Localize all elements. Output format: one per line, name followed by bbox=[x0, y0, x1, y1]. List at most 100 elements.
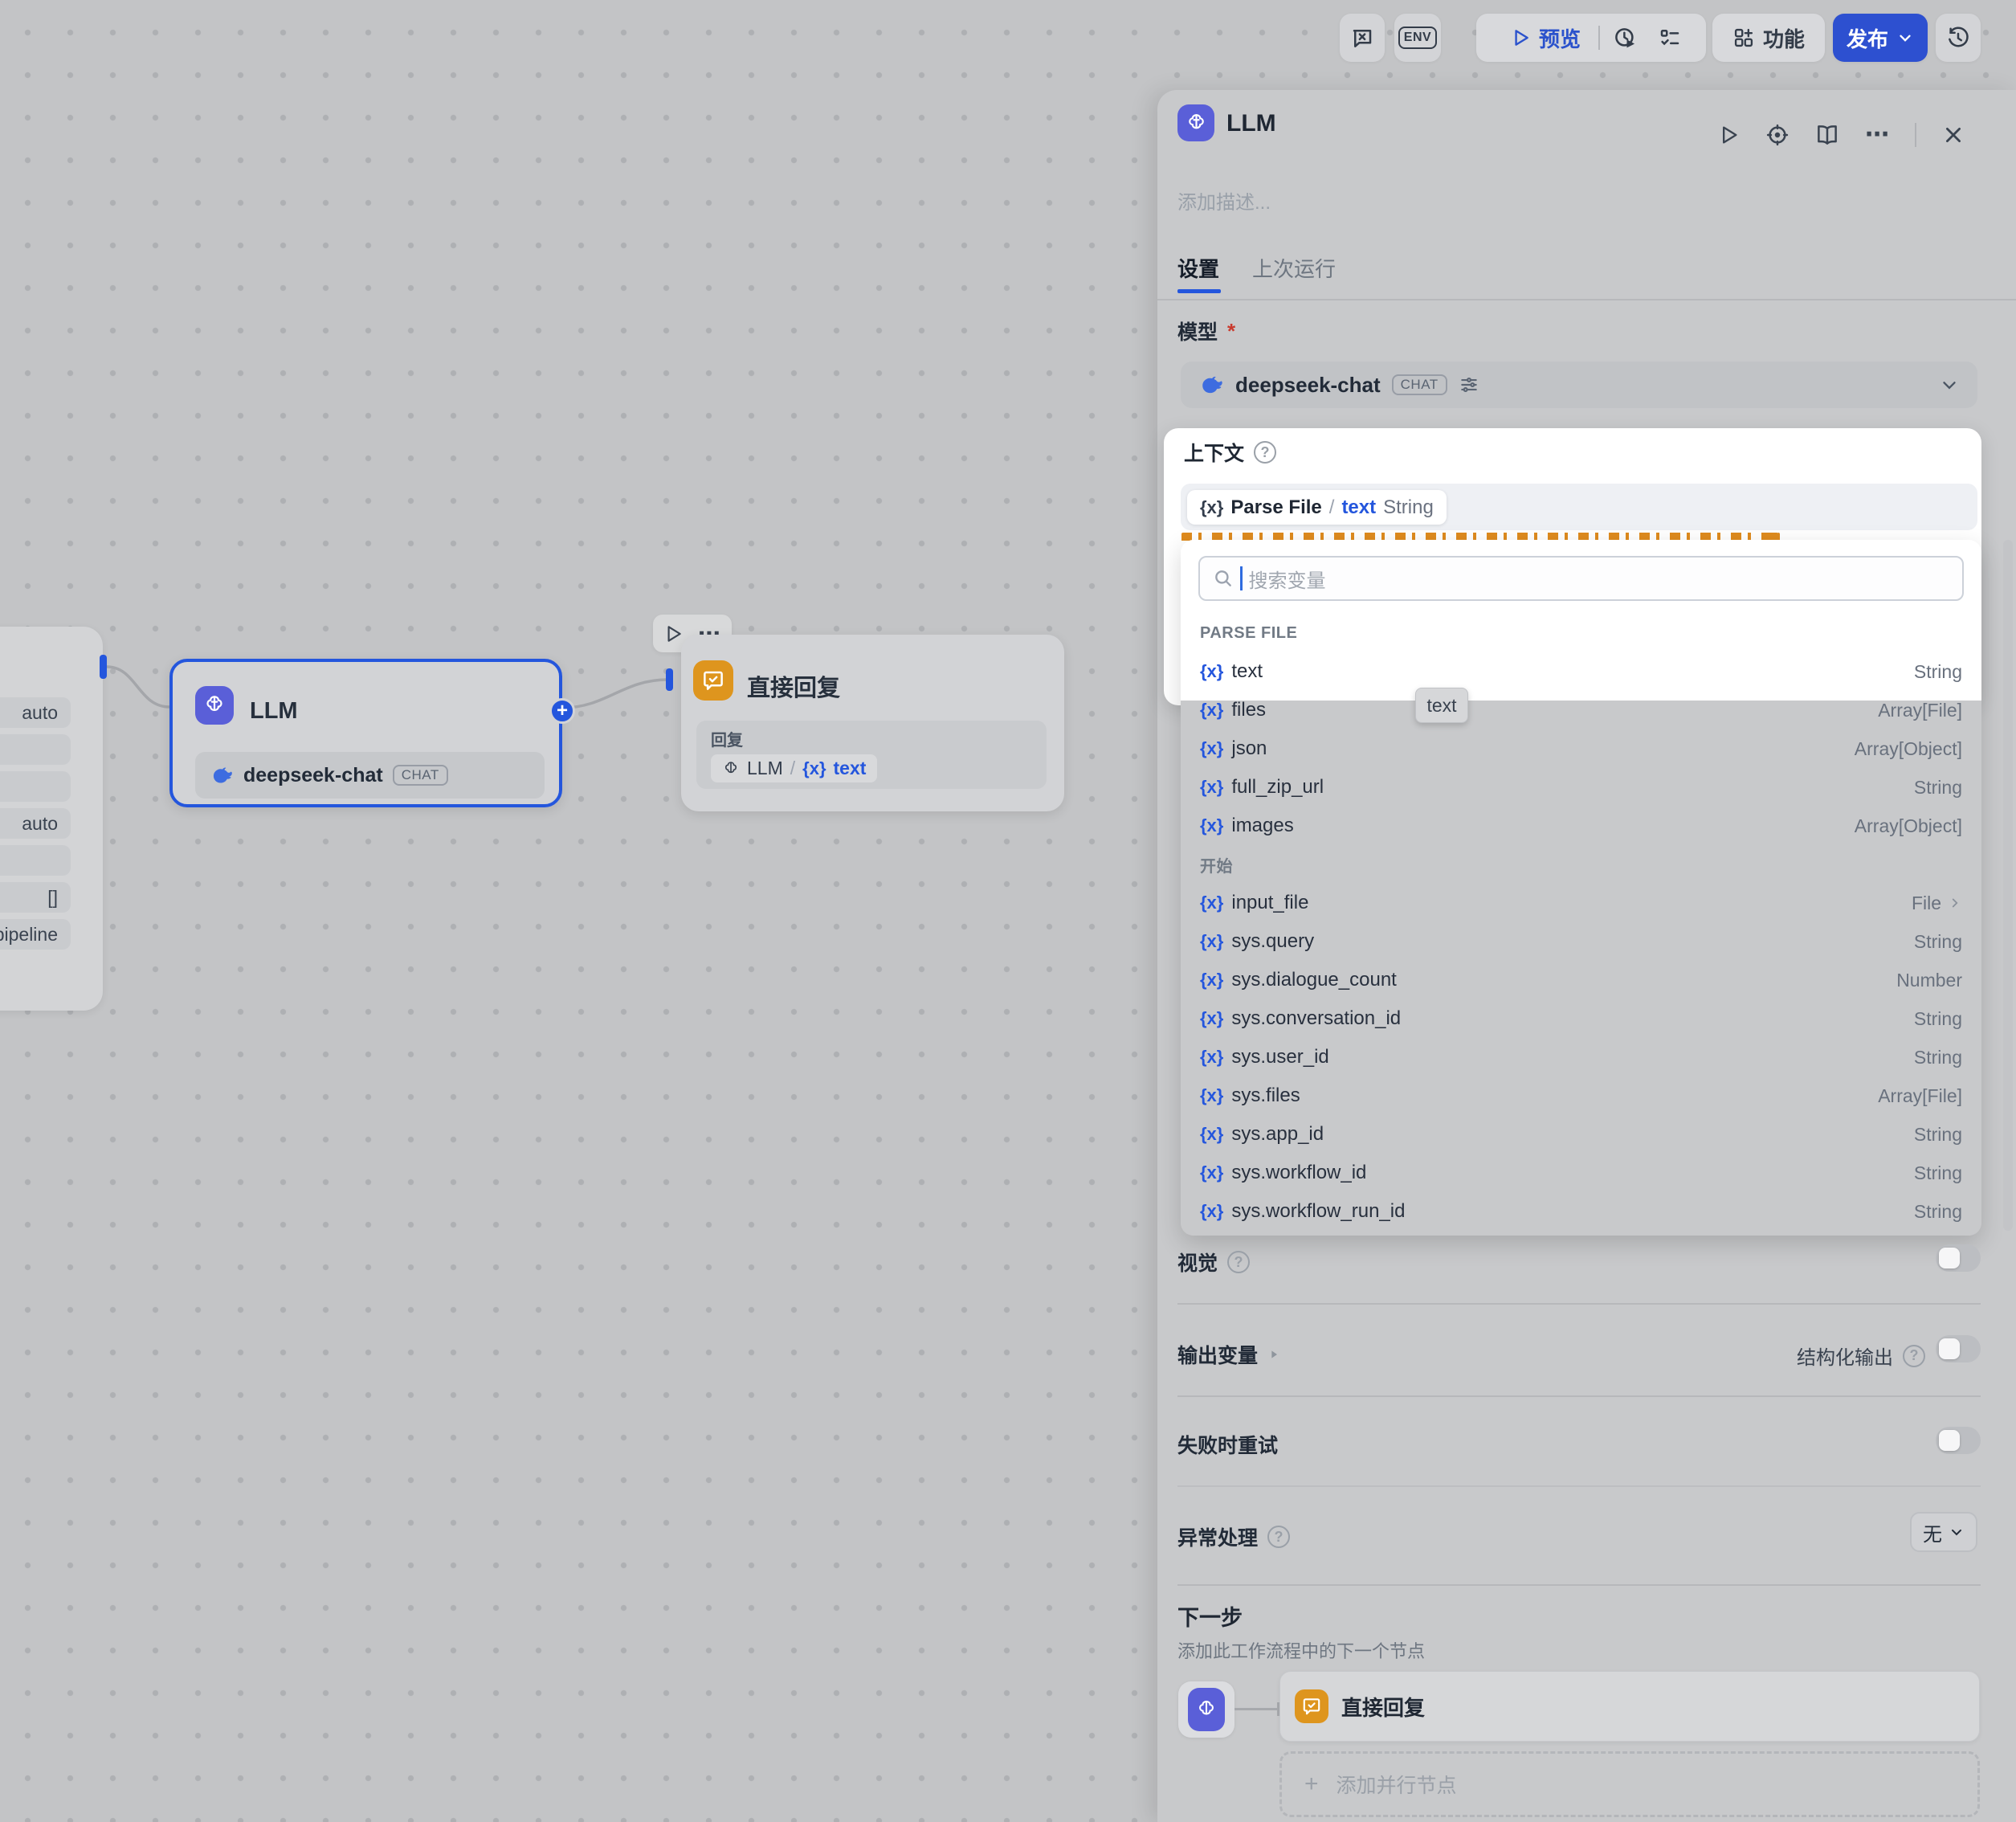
variable-row[interactable]: {x}imagesArray[Object] bbox=[1181, 807, 1981, 845]
model-selector[interactable]: deepseek-chat CHAT bbox=[1181, 362, 1977, 408]
variable-type: String bbox=[1914, 1124, 1962, 1146]
variable-name: sys.dialogue_count bbox=[1231, 969, 1396, 991]
variable-row[interactable]: {x}full_zip_urlString bbox=[1181, 768, 1981, 807]
variable-name: full_zip_url bbox=[1231, 776, 1324, 799]
vision-toggle[interactable] bbox=[1936, 1244, 1981, 1272]
panel-title[interactable]: LLM bbox=[1226, 110, 1276, 137]
variable-row[interactable]: {x}sys.workflow_idString bbox=[1181, 1154, 1981, 1192]
variable-row[interactable]: {x}sys.filesArray[File] bbox=[1181, 1076, 1981, 1115]
variable-row[interactable]: {x}sys.user_idString bbox=[1181, 1038, 1981, 1076]
answer-variable-chip[interactable]: LLM / {x} text bbox=[711, 754, 877, 782]
answer-node-icon bbox=[1295, 1689, 1328, 1723]
llm-node-icon bbox=[1188, 1688, 1225, 1731]
run-node-icon[interactable] bbox=[663, 623, 684, 644]
text-cursor bbox=[1240, 566, 1243, 590]
node-model-name: deepseek-chat bbox=[243, 764, 383, 787]
more-options-icon[interactable]: ⋯ bbox=[1865, 121, 1889, 149]
publish-button[interactable]: 发布 bbox=[1833, 14, 1928, 62]
annotation-toggle-button[interactable] bbox=[1340, 14, 1385, 62]
structured-output-toggle[interactable] bbox=[1936, 1335, 1981, 1362]
variable-search-input[interactable]: 搜索变量 bbox=[1198, 556, 1964, 601]
next-node-card[interactable]: 直接回复 bbox=[1279, 1671, 1980, 1742]
variable-type: String bbox=[1914, 1201, 1962, 1223]
ref-variable-name: text bbox=[1341, 496, 1376, 519]
node-config-panel: LLM ⋯ 添加描述... 设置 上次运行 模型 * deepseek-chat… bbox=[1157, 90, 2016, 1822]
variable-row[interactable]: {x}jsonArray[Object] bbox=[1181, 729, 1981, 768]
node-field-pill[interactable] bbox=[0, 845, 71, 876]
scrollbar-track[interactable] bbox=[2003, 540, 2013, 1231]
description-input[interactable]: 添加描述... bbox=[1177, 186, 1271, 214]
env-variables-button[interactable]: ENV bbox=[1394, 14, 1441, 62]
ref-node-name: LLM bbox=[747, 758, 783, 779]
input-handle[interactable] bbox=[666, 668, 673, 691]
tab-last-run[interactable]: 上次运行 bbox=[1252, 253, 1336, 283]
llm-node-icon bbox=[195, 686, 234, 725]
next-step-subtitle: 添加此工作流程中的下一个节点 bbox=[1177, 1637, 1425, 1663]
focus-node-icon[interactable] bbox=[1765, 123, 1790, 147]
model-params-icon[interactable] bbox=[1459, 374, 1479, 395]
vision-section-label: 视觉? bbox=[1177, 1248, 1250, 1277]
node-field-pill[interactable]: [] bbox=[0, 882, 71, 913]
node-title: 直接回复 bbox=[747, 669, 840, 703]
drag-ghost-label: text bbox=[1415, 688, 1468, 723]
variable-group-label: PARSE FILE bbox=[1181, 614, 1981, 652]
variable-icon: {x} bbox=[1200, 970, 1223, 991]
variable-row[interactable]: {x}filesArray[File] bbox=[1181, 691, 1981, 729]
chevron-down-icon bbox=[1896, 29, 1914, 47]
node-title: LLM bbox=[250, 698, 298, 725]
ref-separator: / bbox=[1329, 496, 1335, 519]
variable-row[interactable]: {x}input_fileFile bbox=[1181, 884, 1981, 922]
help-icon[interactable]: ? bbox=[1254, 441, 1276, 464]
llm-node[interactable]: ⋯ LLM deepseek-chat CHAT + bbox=[169, 659, 562, 807]
node-field-pill[interactable]: auto bbox=[0, 697, 71, 728]
preview-button[interactable]: 预览 bbox=[1492, 23, 1598, 53]
variable-row[interactable]: {x}textString bbox=[1181, 652, 1981, 691]
variable-row[interactable]: {x}sys.workflow_run_idString bbox=[1181, 1192, 1981, 1231]
run-node-icon[interactable] bbox=[1717, 124, 1740, 146]
llm-ref-icon bbox=[722, 760, 740, 778]
node-field-pill[interactable]: pipeline bbox=[0, 919, 71, 950]
add-parallel-node-button[interactable]: + 添加并行节点 bbox=[1279, 1751, 1980, 1817]
help-icon[interactable]: ? bbox=[1903, 1345, 1925, 1367]
panel-llm-icon bbox=[1177, 104, 1214, 141]
chevron-right-icon bbox=[1948, 896, 1962, 910]
model-type-badge: CHAT bbox=[1392, 374, 1447, 395]
context-variable-chip[interactable]: {x} Parse File / text String bbox=[1187, 490, 1447, 525]
variable-row[interactable]: {x}sys.dialogue_countNumber bbox=[1181, 961, 1981, 999]
variable-row[interactable]: {x}sys.queryString bbox=[1181, 922, 1981, 961]
version-history-button[interactable] bbox=[1936, 14, 1981, 62]
variable-name: sys.workflow_run_id bbox=[1231, 1200, 1405, 1223]
error-handling-select[interactable]: 无 bbox=[1910, 1512, 1977, 1552]
retry-toggle[interactable] bbox=[1936, 1427, 1981, 1454]
answer-field: 回复 LLM / {x} text bbox=[696, 721, 1047, 789]
help-icon[interactable]: ? bbox=[1267, 1526, 1290, 1548]
features-icon bbox=[1732, 27, 1755, 49]
output-handle[interactable] bbox=[100, 655, 107, 679]
close-panel-icon[interactable] bbox=[1942, 124, 1965, 146]
node-field-pill[interactable]: auto bbox=[0, 808, 71, 839]
tab-settings[interactable]: 设置 bbox=[1177, 253, 1219, 283]
run-history-icon[interactable] bbox=[1600, 26, 1650, 50]
header-divider bbox=[1915, 123, 1916, 147]
retry-on-failure-label: 失败时重试 bbox=[1177, 1430, 1278, 1459]
help-icon[interactable]: ? bbox=[1227, 1251, 1250, 1273]
answer-node[interactable]: 直接回复 回复 LLM / {x} text bbox=[681, 635, 1064, 811]
variable-row[interactable]: {x}sys.app_idString bbox=[1181, 1115, 1981, 1154]
variable-name: input_file bbox=[1231, 892, 1308, 914]
search-placeholder: 搜索变量 bbox=[1249, 565, 1326, 593]
output-variables-label: 输出变量 bbox=[1177, 1340, 1280, 1369]
node-field-pill[interactable] bbox=[0, 734, 71, 765]
add-next-node-button[interactable]: + bbox=[549, 698, 575, 724]
docs-icon[interactable] bbox=[1815, 123, 1839, 147]
node-field-pill[interactable] bbox=[0, 771, 71, 802]
features-button[interactable]: 功能 bbox=[1712, 14, 1825, 62]
variable-list: PARSE FILE{x}textString{x}filesArray[Fil… bbox=[1181, 614, 1981, 1231]
ref-node-name: Parse File bbox=[1230, 496, 1321, 519]
knowledge-node-partial[interactable]: auto auto [] pipeline bbox=[0, 627, 103, 1011]
variable-icon: {x} bbox=[1200, 661, 1223, 682]
variable-row[interactable]: {x}sys.conversation_idString bbox=[1181, 999, 1981, 1038]
variable-name: sys.files bbox=[1231, 1085, 1300, 1107]
plus-icon: + bbox=[1304, 1771, 1319, 1798]
checklist-icon[interactable] bbox=[1650, 26, 1690, 50]
caret-right-icon[interactable] bbox=[1267, 1348, 1280, 1361]
